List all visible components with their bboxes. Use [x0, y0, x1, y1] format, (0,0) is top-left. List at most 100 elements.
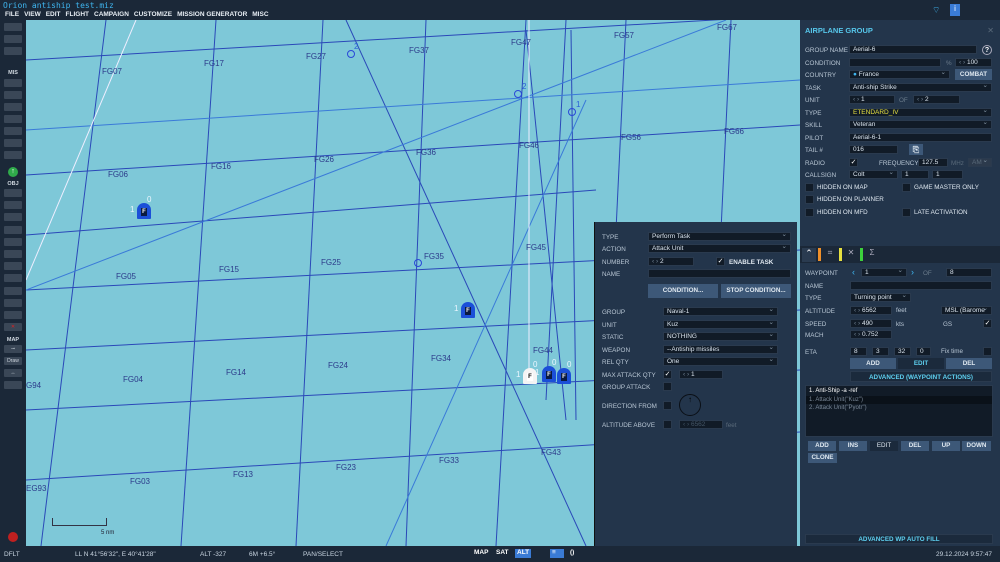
bracket-icon[interactable]: () — [568, 549, 576, 558]
next-waypoint-icon[interactable]: › — [911, 267, 914, 277]
rel-qty-select[interactable]: One — [663, 357, 778, 366]
hidden-on-planner-checkbox[interactable] — [805, 195, 814, 204]
enable-task-checkbox[interactable]: ✓ — [716, 257, 725, 266]
ship-icon[interactable] — [4, 213, 22, 222]
probability-stepper[interactable]: ‹ › 100 — [955, 58, 992, 67]
shapes-icon[interactable] — [4, 311, 22, 319]
action-up-button[interactable]: UP — [932, 441, 960, 451]
help-icon[interactable]: ? — [982, 45, 992, 55]
action-clone-button[interactable]: CLONE — [808, 453, 837, 463]
map-mode-button[interactable]: MAP — [472, 549, 490, 558]
vehicle-icon[interactable] — [4, 225, 22, 234]
delete-icon[interactable]: ✕ — [4, 323, 22, 332]
exit-icon[interactable] — [8, 532, 18, 542]
wp-type-select[interactable]: Turning point — [850, 293, 911, 302]
tab-payload-icon[interactable]: ✕ — [844, 248, 858, 262]
key-icon[interactable]: ⊸ — [4, 345, 22, 353]
copy-icon[interactable]: ⎘ — [909, 144, 923, 155]
game-master-only-checkbox[interactable] — [902, 183, 911, 192]
unit-marker[interactable]: F — [557, 368, 571, 384]
trigger-icon[interactable] — [4, 115, 22, 123]
tab-summary-icon[interactable]: Σ — [865, 248, 879, 262]
eta-second[interactable]: 0 — [916, 347, 931, 356]
goals-icon[interactable] — [4, 151, 22, 159]
eta-minute[interactable]: 32 — [894, 347, 911, 356]
draw-button[interactable]: Draw — [4, 357, 22, 365]
altitude-reference-select[interactable]: MSL (Barome — [941, 306, 992, 315]
action-select[interactable]: Attack Unit — [648, 244, 791, 253]
action-down-button[interactable]: DOWN — [962, 441, 991, 451]
menu-flight[interactable]: FLIGHT — [66, 11, 89, 20]
menu-customize[interactable]: CUSTOMIZE — [134, 11, 172, 20]
unit-select[interactable]: Kuz — [663, 320, 778, 329]
cloud-icon[interactable] — [4, 91, 22, 99]
advanced-wp-auto-fill-button[interactable]: ADVANCED WP AUTO FILL — [805, 534, 993, 544]
wp-altitude-stepper[interactable]: ‹ › 6562 — [850, 306, 892, 315]
chain-icon[interactable] — [4, 298, 22, 307]
wp-name-input[interactable] — [850, 281, 992, 290]
tab-targets-icon[interactable]: ⌗ — [823, 248, 837, 262]
prev-waypoint-icon[interactable]: ‹ — [852, 267, 855, 277]
unit-stepper[interactable]: ‹ › 1 — [849, 95, 895, 104]
unit-total-stepper[interactable]: ‹ › 2 — [913, 95, 960, 104]
target-icon[interactable] — [4, 286, 22, 295]
clipboard-icon[interactable] — [4, 79, 22, 87]
save-icon[interactable] — [4, 47, 22, 55]
unit-marker[interactable]: F — [542, 366, 556, 382]
condition-input[interactable] — [849, 58, 941, 67]
callsign-number-1[interactable]: 1 — [901, 170, 929, 179]
up-arrow-icon[interactable]: ↑ — [8, 167, 18, 177]
waypoint-marker[interactable] — [414, 259, 422, 267]
actions-list[interactable]: 1. Anti-Ship -a -ref 1. Attack Unit("Kuz… — [805, 385, 993, 437]
menu-campaign[interactable]: CAMPAIGN — [94, 11, 129, 20]
sat-mode-button[interactable]: SAT — [494, 549, 511, 558]
tab-route-icon[interactable]: ⌃ — [802, 248, 816, 262]
altitude-above-stepper[interactable]: ‹ › 6562 — [679, 420, 723, 429]
waypoint-icon[interactable] — [4, 262, 22, 271]
menu-view[interactable]: VIEW — [24, 11, 41, 20]
route-icon[interactable] — [4, 103, 22, 111]
skill-select[interactable]: Veteran — [849, 120, 992, 129]
unit-marker[interactable]: F — [461, 302, 475, 318]
waypoint-select[interactable]: 1 — [861, 268, 907, 277]
late-activation-checkbox[interactable] — [902, 208, 911, 217]
callsign-select[interactable]: Colt — [849, 170, 898, 179]
menu-edit[interactable]: EDIT — [46, 11, 61, 20]
waypoint-marker[interactable] — [514, 90, 522, 98]
alt-mode-button[interactable]: ALT — [515, 549, 532, 558]
direction-from-checkbox[interactable] — [663, 401, 672, 410]
radio-checkbox[interactable]: ✓ — [849, 158, 858, 167]
helicopter-icon[interactable] — [4, 201, 22, 210]
max-attack-qty-checkbox[interactable]: ✓ — [663, 370, 672, 379]
hidden-on-map-checkbox[interactable] — [805, 183, 814, 192]
callsign-number-2[interactable]: 1 — [932, 170, 963, 179]
task-select[interactable]: Anti-ship Strike — [849, 83, 992, 92]
action-ins-button[interactable]: INS — [839, 441, 867, 451]
layers-icon[interactable]: ≡ — [550, 549, 564, 558]
action-item[interactable]: 1. Attack Unit("Kuz") — [806, 396, 992, 404]
menu-file[interactable]: FILE — [5, 11, 19, 20]
aircraft-type-select[interactable]: ETENDARD_IV — [849, 108, 992, 117]
ruler-icon[interactable]: ↔ — [4, 369, 22, 377]
check-icon[interactable] — [4, 139, 22, 147]
plane-icon[interactable] — [4, 189, 22, 197]
gs-checkbox[interactable]: ✓ — [983, 319, 992, 328]
combat-button[interactable]: COMBAT — [955, 69, 992, 80]
wp-del-button[interactable]: DEL — [946, 358, 992, 369]
group-select[interactable]: Naval-1 — [663, 307, 778, 316]
country-select[interactable]: ● France — [849, 70, 950, 79]
open-icon[interactable] — [4, 35, 22, 43]
modulation-select[interactable]: AM — [968, 158, 992, 167]
weapon-select[interactable]: --Antiship missiles — [663, 345, 778, 354]
tail-input[interactable]: 016 — [849, 145, 898, 154]
unit-marker[interactable]: F — [137, 203, 151, 219]
open-file-icon[interactable] — [4, 23, 22, 31]
task-type-select[interactable]: Perform Task — [648, 232, 791, 241]
fix-time-checkbox[interactable] — [983, 347, 992, 356]
airfield-icon[interactable] — [4, 250, 22, 258]
eta-day[interactable]: 8 — [850, 347, 867, 356]
view-mode-select[interactable]: DFLT — [4, 551, 20, 558]
action-edit-button[interactable]: EDIT — [870, 441, 898, 451]
frequency-input[interactable]: 127.5 — [918, 158, 948, 167]
aircraft-icon[interactable] — [4, 127, 22, 135]
